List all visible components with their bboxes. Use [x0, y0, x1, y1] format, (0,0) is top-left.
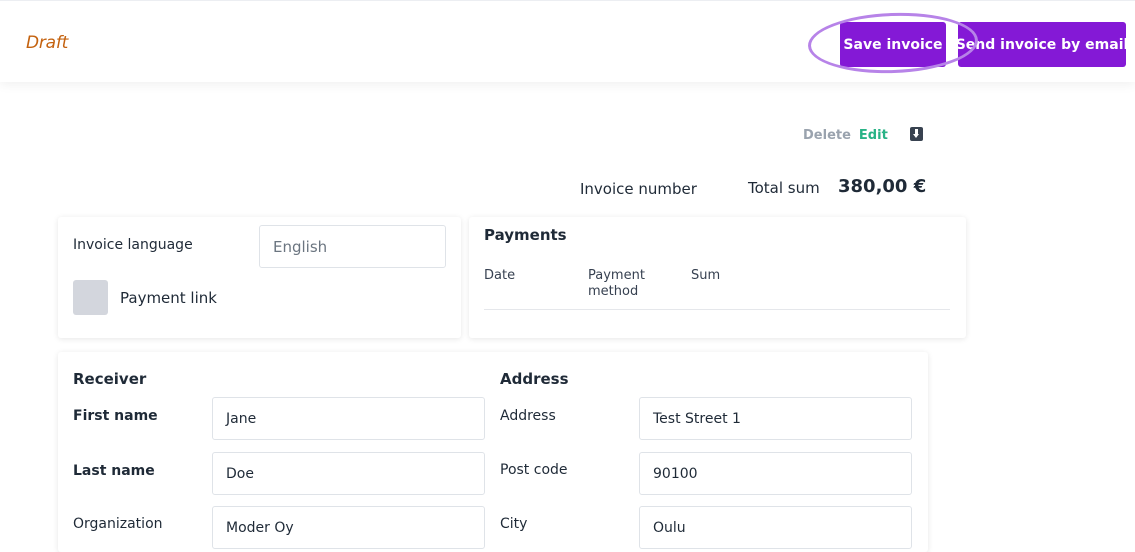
top-bar: Draft Save invoice Send invoice by email	[0, 0, 1135, 82]
first-name-label: First name	[73, 408, 158, 424]
organization-field[interactable]: Moder Oy	[212, 506, 485, 549]
post-code-label: Post code	[500, 462, 568, 478]
payments-col-method: Payment method	[588, 268, 645, 299]
payments-divider	[484, 309, 950, 310]
invoice-number-label: Invoice number	[580, 180, 697, 198]
organization-label: Organization	[73, 516, 163, 532]
post-code-field[interactable]: 90100	[639, 452, 912, 495]
address-field[interactable]: Test Street 1	[639, 397, 912, 440]
payments-col-sum: Sum	[691, 268, 721, 283]
address-title: Address	[500, 370, 569, 388]
invoice-status: Draft	[26, 33, 69, 53]
receiver-title: Receiver	[73, 370, 147, 388]
download-icon[interactable]	[909, 127, 923, 141]
payment-link-label: Payment link	[120, 289, 217, 307]
payments-col-date: Date	[484, 268, 516, 283]
invoice-actions: Delete Edit	[803, 127, 923, 143]
edit-link[interactable]: Edit	[859, 128, 888, 143]
last-name-label: Last name	[73, 463, 155, 479]
first-name-field[interactable]: Jane	[212, 397, 485, 440]
payments-title: Payments	[484, 226, 567, 244]
total-sum-label: Total sum	[748, 179, 820, 197]
invoice-language-select[interactable]: English	[259, 225, 446, 268]
payment-link-checkbox[interactable]	[73, 280, 108, 315]
total-sum-value: 380,00 €	[838, 176, 927, 197]
delete-link[interactable]: Delete	[803, 128, 851, 143]
invoice-language-label: Invoice language	[73, 237, 193, 253]
address-label: Address	[500, 408, 556, 424]
last-name-field[interactable]: Doe	[212, 452, 485, 495]
send-invoice-email-button[interactable]: Send invoice by email	[956, 22, 1128, 67]
city-label: City	[500, 516, 528, 532]
city-field[interactable]: Oulu	[639, 506, 912, 549]
save-invoice-button[interactable]: Save invoice	[840, 22, 946, 67]
